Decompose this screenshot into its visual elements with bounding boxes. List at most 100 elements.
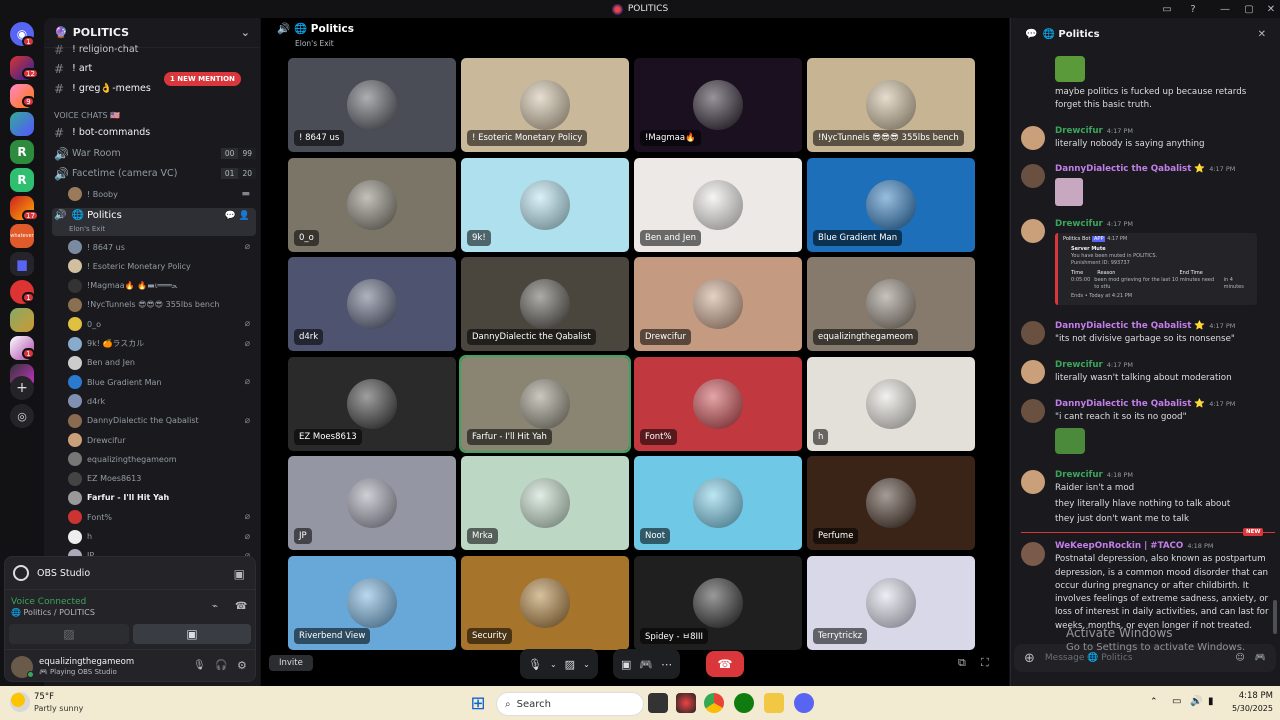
video-tile[interactable]: Ben and Jen [634, 157, 802, 252]
inbox-icon[interactable]: ▭ [1156, 0, 1178, 18]
video-tile[interactable]: ! Esoteric Monetary Policy [461, 58, 629, 152]
clock-date[interactable]: 5/30/2025 [1227, 704, 1273, 713]
activities-control[interactable]: ▣ 🎮 ⋯ [613, 649, 681, 679]
voice-location[interactable]: 🌐 Politics / POLITICS [11, 608, 95, 617]
fullscreen-icon[interactable]: ⛶ [981, 656, 989, 670]
discover-icon[interactable]: ◎ [10, 404, 34, 428]
headphones-icon[interactable]: 🎧 [215, 660, 227, 671]
voice-user[interactable]: h ⌀ [68, 528, 256, 546]
server-icon-7[interactable]: whatever [10, 224, 34, 248]
gamepad-icon[interactable]: 🎮 [1255, 653, 1266, 663]
voice-channel-war-room[interactable]: 🔊 War Room 00 99 [52, 144, 256, 163]
settings-gear-icon[interactable]: ⚙ [237, 659, 247, 672]
screen-share-button[interactable]: ▣ [133, 624, 251, 644]
video-tile[interactable]: Farfur - I'll Hit Yah [459, 354, 631, 453]
voice-user[interactable]: Font% ⌀ [68, 508, 256, 526]
voice-user[interactable]: Blue Gradient Man ⌀ [68, 373, 256, 391]
video-tile[interactable]: 0_o [288, 157, 456, 252]
mic-control[interactable]: 🎙 ⌄ ▨ ⌄ [520, 649, 598, 679]
minimize-button[interactable]: — [1214, 0, 1236, 18]
video-tile[interactable]: JP [288, 456, 456, 551]
disconnect-icon[interactable]: ☎ [235, 601, 247, 612]
weather-desc[interactable]: Partly sunny [34, 704, 83, 713]
add-server-icon[interactable]: + [10, 376, 34, 400]
video-tile[interactable]: ! 8647 us [288, 58, 456, 152]
channel-item[interactable]: #! religion-chat [52, 40, 256, 59]
file-explorer-icon[interactable] [764, 693, 784, 713]
add-attachment-icon[interactable]: ⊕ [1024, 651, 1035, 666]
chat-icon[interactable]: 💬 👤 [225, 211, 250, 221]
invite-button[interactable]: Invite [269, 655, 313, 671]
voice-status[interactable]: Voice Connected [11, 597, 86, 607]
voice-user[interactable]: EZ Moes8613 [68, 470, 256, 488]
weather-temp[interactable]: 75°F [34, 692, 54, 702]
popout-icon[interactable]: ⧉ [958, 656, 966, 670]
avatar[interactable] [1021, 399, 1045, 423]
voice-user[interactable]: 9k! 🍊ラスカル ⌀ [68, 335, 256, 353]
channel-item-politics[interactable]: 🔊 🌐 Politics Elon's Exit 💬 👤 [52, 208, 256, 236]
video-tile[interactable]: Font% [634, 356, 802, 451]
video-tile[interactable]: Spidey - ㅂ8ΙΙΙ [634, 556, 802, 650]
voice-user[interactable]: 0_o ⌀ [68, 315, 256, 333]
video-tile[interactable]: 9k! [461, 157, 629, 252]
app-icon[interactable] [676, 693, 696, 713]
start-icon[interactable]: ⊞ [468, 693, 488, 714]
video-tile[interactable]: Perfume [807, 456, 975, 551]
voice-user[interactable]: Drewcifur [68, 431, 256, 449]
voice-user[interactable]: Farfur - I'll Hit Yah [68, 489, 256, 507]
close-button[interactable]: ✕ [1260, 0, 1280, 18]
channel-item[interactable]: #! bot-commands [52, 123, 256, 142]
avatar[interactable] [1021, 321, 1045, 345]
video-tile[interactable]: Noot [634, 456, 802, 551]
scrollbar[interactable] [1273, 600, 1277, 634]
voice-user[interactable]: ! Esoteric Monetary Policy [68, 257, 256, 275]
avatar[interactable] [1021, 164, 1045, 188]
image-attachment[interactable] [1055, 178, 1083, 206]
volume-icon[interactable]: 🔊 [1190, 696, 1202, 707]
maximize-button[interactable]: ▢ [1238, 0, 1260, 18]
end-call-button[interactable]: ☎ [706, 651, 744, 677]
server-icon-9[interactable] [10, 308, 34, 332]
voice-channel-facetime[interactable]: 🔊 Facetime (camera VC) 01 20 [52, 164, 256, 183]
network-icon[interactable]: ▭ [1172, 696, 1181, 707]
video-tile[interactable]: DannyDialectic the Qabalist [461, 257, 629, 352]
avatar[interactable] [1021, 219, 1045, 243]
video-tile[interactable]: !NycTunnels 😎😎😎 355lbs bench [807, 58, 975, 152]
server-icon-3[interactable] [10, 112, 34, 136]
video-tile[interactable]: EZ Moes8613 [288, 356, 456, 451]
new-mention-badge[interactable]: 1 NEW MENTION [164, 72, 241, 86]
weather-icon[interactable] [10, 692, 30, 712]
voice-user[interactable]: d4rk [68, 392, 256, 410]
video-tile[interactable]: h [807, 356, 975, 451]
video-tile[interactable]: Riverbend View [288, 556, 456, 650]
avatar[interactable] [1021, 542, 1045, 566]
video-tile[interactable]: Blue Gradient Man [807, 157, 975, 252]
noise-suppression-icon[interactable]: ⌁ [212, 601, 218, 612]
video-tile[interactable]: !Magmaa🔥 [634, 58, 802, 152]
mic-icon[interactable]: 🎙 [193, 660, 206, 671]
video-tile[interactable]: equalizingthegameom [807, 257, 975, 352]
task-view-icon[interactable] [648, 693, 668, 713]
video-tile[interactable]: Mrka [461, 456, 629, 551]
avatar[interactable] [1021, 360, 1045, 384]
help-icon[interactable]: ? [1182, 0, 1204, 18]
screen-share-icon[interactable]: ▣ [234, 567, 245, 581]
server-icon-4[interactable]: R [10, 140, 34, 164]
avatar[interactable] [1021, 470, 1045, 494]
voice-user[interactable]: equalizingthegameom [68, 450, 256, 468]
xbox-icon[interactable] [734, 693, 754, 713]
voice-user[interactable]: !NycTunnels 😎😎😎 355lbs bench [68, 296, 256, 314]
video-tile[interactable]: Terrytrickz [807, 556, 975, 650]
voice-user[interactable]: ! 8647 us ⌀ [68, 238, 256, 256]
video-tile[interactable]: Drewcifur [634, 257, 802, 352]
voice-user[interactable]: !Magmaa🔥 🔥▬ι═══ﺤ [68, 277, 256, 295]
emoji-icon[interactable]: ☺ [1235, 653, 1244, 663]
discord-icon[interactable] [794, 693, 814, 713]
video-tile[interactable]: d4rk [288, 257, 456, 352]
video-tile[interactable]: Security [461, 556, 629, 650]
chrome-icon[interactable] [704, 693, 724, 713]
voice-user[interactable]: Ben and Jen [68, 354, 256, 372]
battery-icon[interactable]: ▮ [1208, 696, 1214, 707]
voice-user[interactable]: ! Booby ▬ [68, 185, 256, 203]
clock-time[interactable]: 4:18 PM [1229, 691, 1273, 701]
